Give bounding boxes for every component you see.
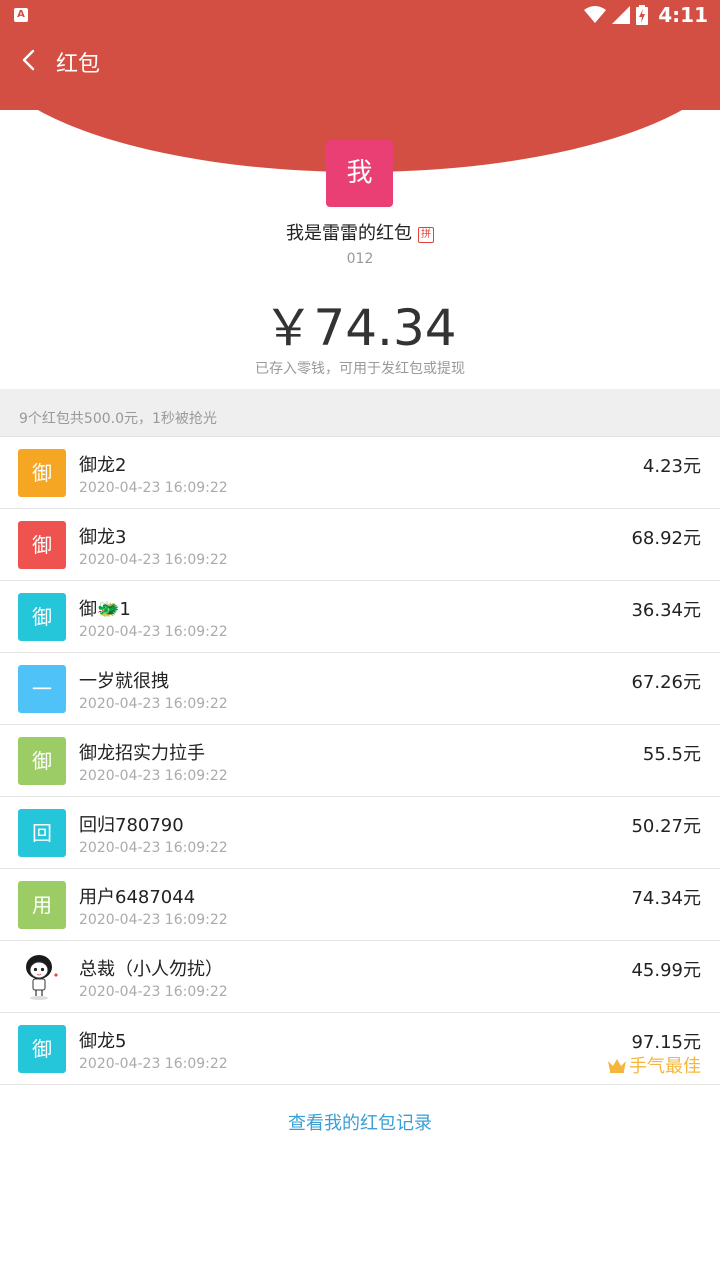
recipient-time: 2020-04-23 16:09:22 xyxy=(79,984,228,1000)
recipient-amount: 45.99元 xyxy=(631,960,701,981)
recipient-name: 用户6487044 xyxy=(79,887,196,908)
view-my-records-link[interactable]: 查看我的红包记录 xyxy=(0,1109,720,1135)
blessing-text: 012 xyxy=(346,251,374,267)
summary-text: 9个红包共500.0元，1秒被抢光 xyxy=(19,411,217,427)
list-item[interactable]: 御 御龙2 2020-04-23 16:09:22 4.23元 xyxy=(0,437,720,509)
recipient-time: 2020-04-23 16:09:22 xyxy=(79,624,228,640)
recipient-time: 2020-04-23 16:09:22 xyxy=(79,1056,228,1072)
recipient-amount: 36.34元 xyxy=(631,600,701,621)
app-notification-icon: A xyxy=(14,8,28,22)
sender-avatar[interactable]: 我 xyxy=(326,140,393,207)
recipient-name: 御🐲1 xyxy=(79,599,131,620)
status-time: 4:11 xyxy=(658,3,708,27)
status-bar: A 4:11 xyxy=(0,0,720,30)
avatar[interactable]: 御 xyxy=(18,449,66,497)
list-item[interactable]: 用 用户6487044 2020-04-23 16:09:22 74.34元 xyxy=(0,869,720,941)
cartoon-girl-avatar[interactable] xyxy=(16,951,68,1003)
recipient-time: 2020-04-23 16:09:22 xyxy=(79,480,228,496)
sender-title-line: 我是雷雷的红包拼 xyxy=(0,219,720,245)
list-item[interactable]: 一 一岁就很拽 2020-04-23 16:09:22 67.26元 xyxy=(0,653,720,725)
best-luck-badge: 手气最佳 xyxy=(607,1052,701,1078)
nav-bar: 红包 xyxy=(0,38,720,82)
recipient-amount: 4.23元 xyxy=(642,456,701,477)
recipient-name: 御龙2 xyxy=(79,455,127,476)
recipient-name: 一岁就很拽 xyxy=(79,671,169,692)
recipient-name: 御龙招实力拉手 xyxy=(79,743,205,764)
recipient-amount: 68.92元 xyxy=(631,528,701,549)
battery-charging-icon xyxy=(636,5,649,25)
recipient-time: 2020-04-23 16:09:22 xyxy=(79,912,228,928)
recipient-time: 2020-04-23 16:09:22 xyxy=(79,696,228,712)
list-item[interactable]: 御 御🐲1 2020-04-23 16:09:22 36.34元 xyxy=(0,581,720,653)
recipient-amount: 55.5元 xyxy=(642,744,701,765)
recipient-time: 2020-04-23 16:09:22 xyxy=(79,552,228,568)
avatar[interactable]: 一 xyxy=(18,665,66,713)
recipient-name: 御龙5 xyxy=(79,1031,127,1052)
recipient-list: 御 御龙2 2020-04-23 16:09:22 4.23元 御 御龙3 20… xyxy=(0,437,720,1085)
avatar[interactable]: 回 xyxy=(18,809,66,857)
best-luck-label: 手气最佳 xyxy=(629,1056,701,1077)
page-title: 红包 xyxy=(56,52,101,77)
sender-title: 我是雷雷的红包 xyxy=(286,223,412,244)
pin-badge: 拼 xyxy=(418,227,434,243)
avatar[interactable]: 御 xyxy=(18,593,66,641)
avatar[interactable]: 御 xyxy=(18,521,66,569)
avatar[interactable]: 用 xyxy=(18,881,66,929)
recipient-time: 2020-04-23 16:09:22 xyxy=(79,768,228,784)
list-item[interactable]: 御 御龙3 2020-04-23 16:09:22 68.92元 xyxy=(0,509,720,581)
list-item[interactable]: 御 御龙招实力拉手 2020-04-23 16:09:22 55.5元 xyxy=(0,725,720,797)
chevron-left-icon xyxy=(22,49,35,71)
back-button[interactable] xyxy=(14,42,46,78)
avatar[interactable]: 御 xyxy=(18,737,66,785)
recipient-name: 总裁（小人勿扰） xyxy=(79,959,223,980)
received-amount: ￥74.34 xyxy=(263,299,457,357)
recipient-amount: 50.27元 xyxy=(631,816,701,837)
recipient-name: 回归780790 xyxy=(79,815,184,836)
recipient-amount: 67.26元 xyxy=(631,672,701,693)
list-item[interactable]: 回 回归780790 2020-04-23 16:09:22 50.27元 xyxy=(0,797,720,869)
recipient-name: 御龙3 xyxy=(79,527,127,548)
recipient-time: 2020-04-23 16:09:22 xyxy=(79,840,228,856)
signal-icon xyxy=(612,6,631,24)
list-item[interactable]: 御 御龙5 2020-04-23 16:09:22 97.15元 手气最佳 xyxy=(0,1013,720,1085)
crown-icon xyxy=(608,1059,626,1073)
status-icons: 4:11 xyxy=(584,3,708,27)
wifi-icon xyxy=(584,6,607,23)
recipient-amount: 97.15元 xyxy=(631,1032,701,1053)
avatar[interactable]: 御 xyxy=(18,1025,66,1073)
amount-note[interactable]: 已存入零钱，可用于发红包或提现 xyxy=(0,358,720,378)
list-item[interactable]: 总裁（小人勿扰） 2020-04-23 16:09:22 45.99元 xyxy=(0,941,720,1013)
summary-bar: 9个红包共500.0元，1秒被抢光 xyxy=(0,389,720,437)
recipient-amount: 74.34元 xyxy=(631,888,701,909)
